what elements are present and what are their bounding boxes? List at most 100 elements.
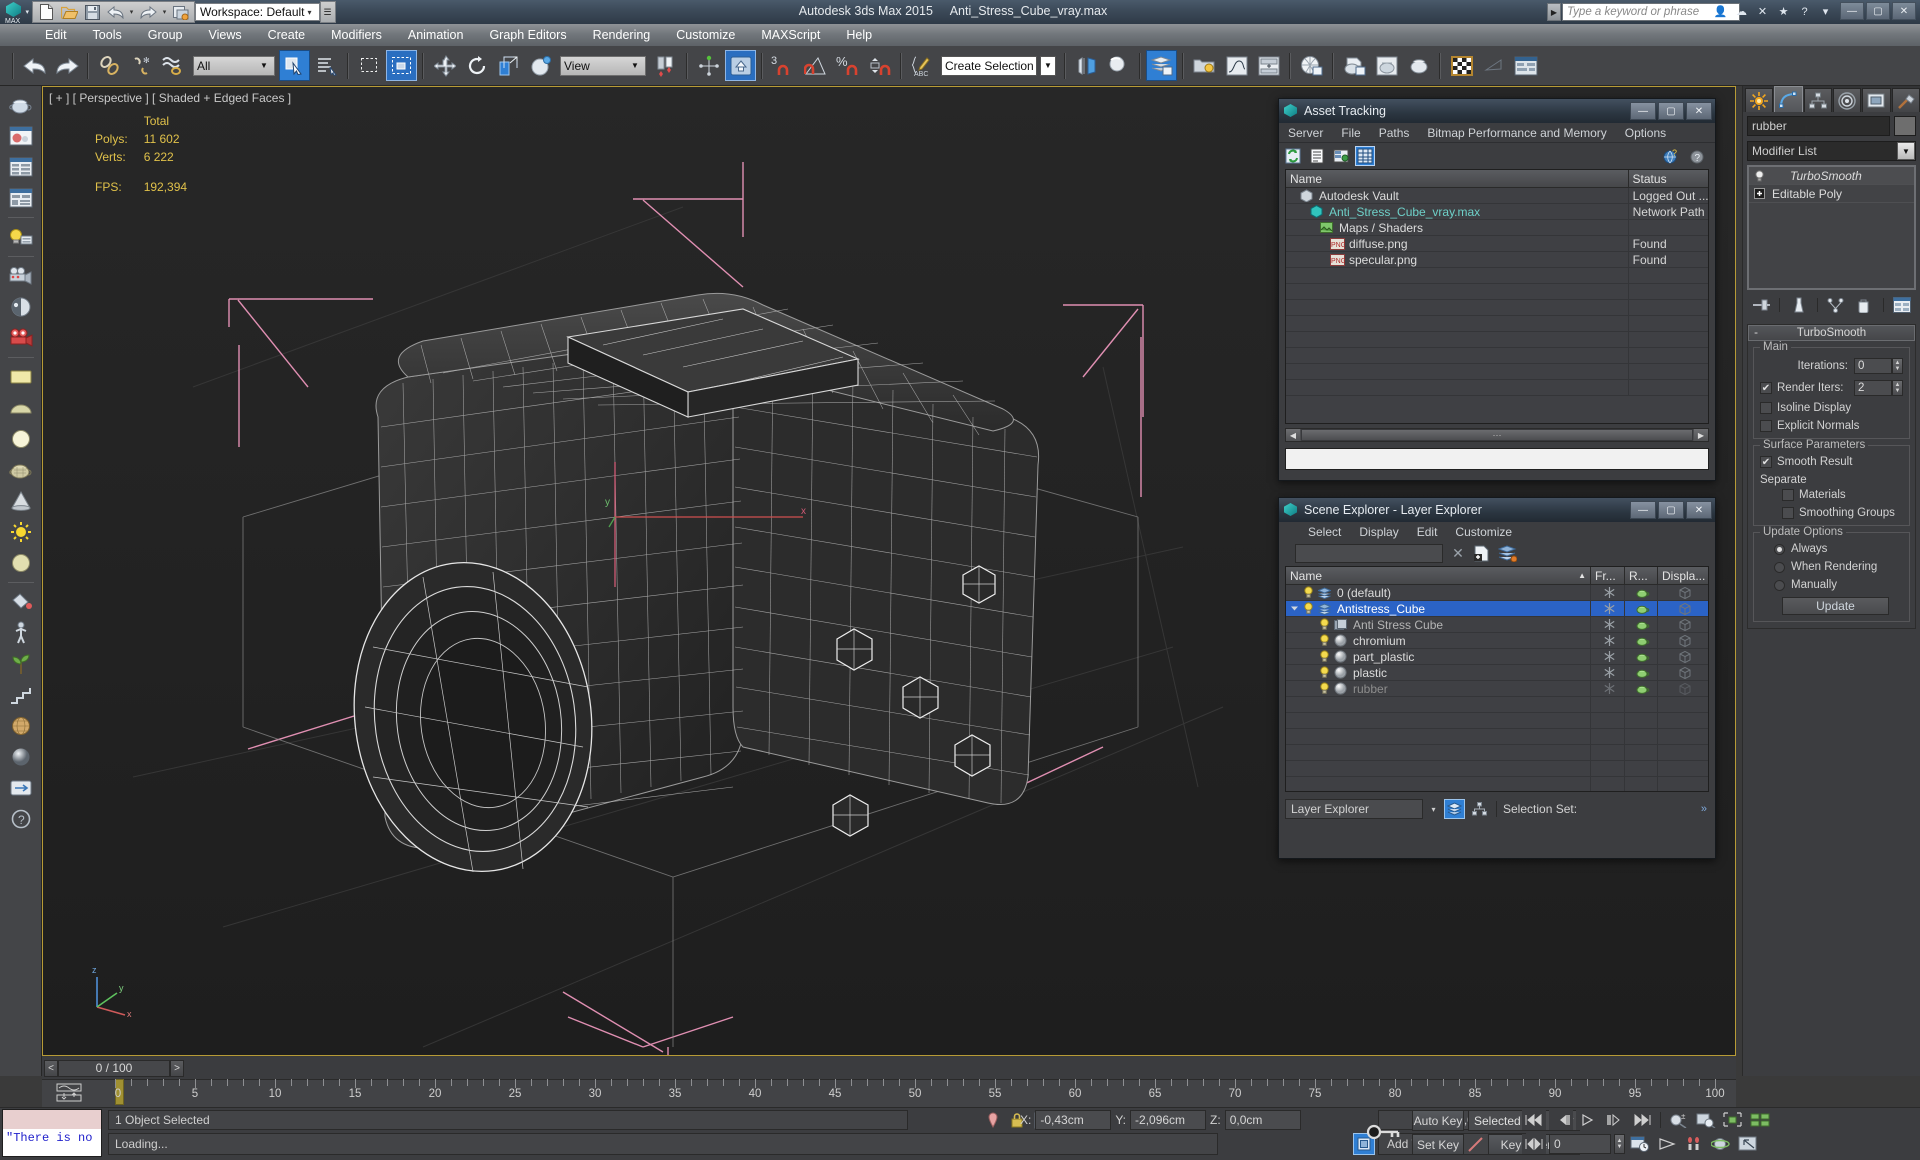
list-item-empty[interactable] <box>1286 744 1708 761</box>
scene-explorer-table[interactable]: Name ▲ Fr... R... Displa... 0 (default) A… <box>1285 566 1709 792</box>
asset-tracking-toolbar[interactable]: ? ? <box>1279 143 1715 169</box>
asset-tracking-dialog[interactable]: Asset Tracking — ▢ ✕ Server File Paths B… <box>1278 98 1716 481</box>
rendered-frame-window-icon[interactable] <box>1371 50 1402 81</box>
redo-icon[interactable] <box>137 3 159 22</box>
menu-item-animation[interactable]: Animation <box>395 24 477 46</box>
table-row[interactable]: Anti_Stress_Cube_vray.max Network Path <box>1286 203 1708 220</box>
table-row-empty[interactable] <box>1286 267 1708 284</box>
materials-checkbox[interactable] <box>1782 489 1794 501</box>
list-item-empty[interactable] <box>1286 776 1708 791</box>
renderable-icon[interactable] <box>1625 680 1658 697</box>
time-slider-bar[interactable] <box>42 1057 1736 1079</box>
isoline-display-checkbox[interactable] <box>1760 402 1772 414</box>
maxscript-listener-output[interactable]: "There is no <box>3 1129 101 1156</box>
menu-item-customize[interactable]: Customize <box>663 24 748 46</box>
paint-bucket-icon[interactable] <box>5 587 37 617</box>
asset-tracking-minimize-button[interactable]: — <box>1630 102 1656 120</box>
plus-box-icon[interactable] <box>1753 187 1766 200</box>
modifier-stack-item-turbosmooth[interactable]: TurboSmooth <box>1749 167 1914 185</box>
next-frame-icon[interactable] <box>1603 1110 1627 1130</box>
scroll-thumb[interactable]: ⋯ <box>1301 429 1693 441</box>
new-layer-icon[interactable] <box>1473 545 1491 562</box>
at-menu-bitmap[interactable]: Bitmap Performance and Memory <box>1418 126 1615 140</box>
undo-icon[interactable] <box>104 3 126 22</box>
menu-item-maxscript[interactable]: MAXScript <box>748 24 833 46</box>
list-item[interactable]: plastic <box>1286 664 1708 681</box>
se-column-render[interactable]: R... <box>1625 567 1658 585</box>
teapot-primitive-icon[interactable] <box>5 90 37 120</box>
table-row[interactable]: PNG diffuse.png Found <box>1286 235 1708 252</box>
tab-hierarchy[interactable] <box>1803 88 1832 112</box>
lightbulb-icon[interactable] <box>1319 666 1331 679</box>
sort-asc-icon[interactable]: ▲ <box>1578 571 1586 580</box>
modifier-list-combo[interactable]: Modifier List ▼ <box>1747 141 1916 161</box>
se-menu-display[interactable]: Display <box>1350 525 1407 539</box>
reference-coordinate-combo[interactable]: View ▼ <box>560 55 646 76</box>
se-menu-select[interactable]: Select <box>1299 525 1350 539</box>
path-view-icon[interactable] <box>1331 146 1351 166</box>
checkerboard-icon[interactable] <box>1446 50 1477 81</box>
camera-icon[interactable] <box>5 261 37 291</box>
select-and-place-icon[interactable] <box>525 50 556 81</box>
object-name-input[interactable]: rubber <box>1747 116 1890 136</box>
list-item[interactable]: part_plastic <box>1286 648 1708 665</box>
hemisphere-primitive-icon[interactable] <box>5 548 37 578</box>
select-and-move-icon[interactable] <box>429 50 460 81</box>
list-view-icon[interactable] <box>1307 146 1327 166</box>
goto-start-icon[interactable] <box>1522 1110 1546 1130</box>
iterations-input[interactable]: 0 <box>1854 358 1892 374</box>
menu-item-rendering[interactable]: Rendering <box>580 24 664 46</box>
lightbulb-icon[interactable] <box>1319 634 1331 647</box>
object-icon[interactable] <box>1334 666 1348 679</box>
at-menu-server[interactable]: Server <box>1279 126 1332 140</box>
menu-item-modifiers[interactable]: Modifiers <box>318 24 395 46</box>
undo-scene-icon[interactable] <box>19 50 50 81</box>
render-iters-spinner[interactable]: ▲ ▼ <box>1892 380 1903 396</box>
freeze-icon[interactable] <box>1591 664 1625 681</box>
scene-explorer-maximize-button[interactable]: ▢ <box>1658 501 1684 519</box>
rectangular-selection-region-icon[interactable] <box>354 50 385 81</box>
shaded-sphere-icon[interactable] <box>5 742 37 772</box>
light-lister-icon[interactable] <box>5 222 37 252</box>
remove-modifier-icon[interactable] <box>1854 295 1874 315</box>
triangle-icon[interactable] <box>1478 50 1509 81</box>
asset-tracking-maximize-button[interactable]: ▢ <box>1658 102 1684 120</box>
scene-explorer-minimize-button[interactable]: — <box>1630 501 1656 519</box>
se-column-freeze[interactable]: Fr... <box>1591 567 1625 585</box>
window-crossing-toggle-icon[interactable] <box>386 50 417 81</box>
update-when-rendering-radio[interactable] <box>1774 561 1785 573</box>
list-item[interactable]: rubber <box>1286 680 1708 697</box>
render-settings-panel-icon[interactable] <box>1510 50 1541 81</box>
tab-utilities[interactable] <box>1891 88 1920 112</box>
percent-snap-toggle-icon[interactable]: % <box>832 50 863 81</box>
overflow-icon[interactable]: ▾ <box>1817 3 1834 20</box>
chevron-down-icon[interactable]: ▾ <box>1427 805 1440 814</box>
object-icon[interactable] <box>1334 634 1348 647</box>
next-frame-button[interactable]: > <box>170 1059 184 1077</box>
asset-tracking-menubar[interactable]: Server File Paths Bitmap Performance and… <box>1279 123 1715 143</box>
frame-navigator[interactable]: < 0 / 100 > <box>44 1059 184 1077</box>
stairs-icon[interactable] <box>5 680 37 710</box>
modifier-stack-tools[interactable] <box>1747 292 1916 318</box>
qat-overflow-icon[interactable]: ☰ <box>319 1 336 23</box>
turbosmooth-rollout[interactable]: - TurboSmooth Main Iterations: 0 ▲ ▼ ✔ Re… <box>1747 324 1916 629</box>
maxscript-listener-input[interactable] <box>3 1110 101 1129</box>
viewport-label[interactable]: [ + ] [ Perspective ] [ Shaded + Edged F… <box>49 91 291 105</box>
exchange-icon[interactable]: ✕ <box>1754 3 1771 20</box>
menu-item-tools[interactable]: Tools <box>80 24 135 46</box>
at-menu-file[interactable]: File <box>1332 126 1369 140</box>
list-item[interactable]: 0 (default) <box>1286 584 1708 601</box>
menu-item-views[interactable]: Views <box>195 24 254 46</box>
layer-icon[interactable] <box>1318 586 1332 599</box>
create-panel-shortcut-toolbar[interactable]: ? <box>0 86 42 1076</box>
lightbulb-icon[interactable] <box>1319 618 1331 631</box>
menu-item-create[interactable]: Create <box>255 24 319 46</box>
scene-explorer-dialog[interactable]: Scene Explorer - Layer Explorer — ▢ ✕ Se… <box>1278 497 1716 859</box>
mesh-sphere-icon[interactable] <box>5 711 37 741</box>
biped-icon[interactable] <box>5 618 37 648</box>
object-icon[interactable] <box>1334 650 1348 663</box>
zoom-extents-icon[interactable] <box>1721 1110 1745 1130</box>
menu-item-graph-editors[interactable]: Graph Editors <box>476 24 579 46</box>
help-icon[interactable]: ? <box>1796 3 1813 20</box>
table-row-empty[interactable] <box>1286 299 1708 316</box>
